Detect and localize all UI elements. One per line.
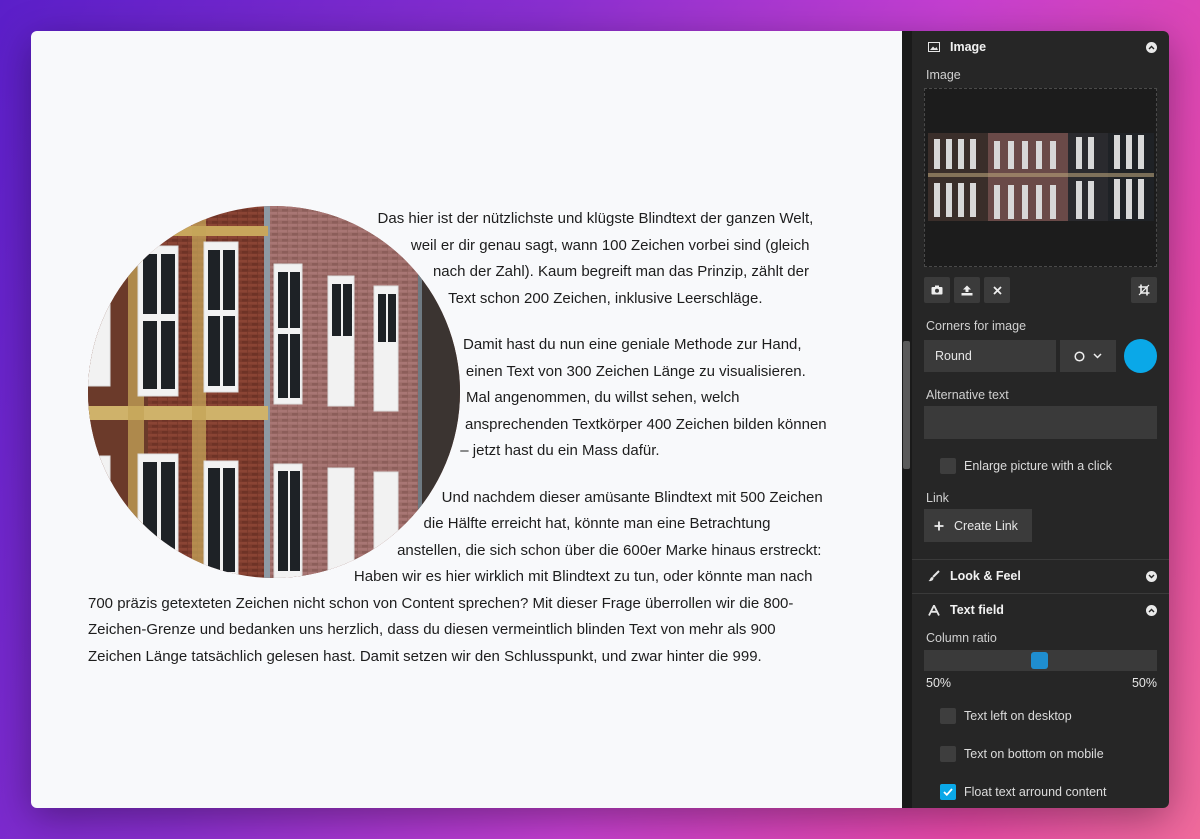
option-text-left-desktop[interactable]: Text left on desktop	[912, 706, 1169, 726]
crop-button[interactable]	[1131, 277, 1157, 303]
image-toolbar	[924, 277, 1157, 303]
option-float-text[interactable]: Float text arround content	[912, 782, 1169, 802]
section-header-image[interactable]: Image	[912, 31, 1169, 63]
ratio-values: 50% 50%	[912, 676, 1169, 690]
canvas-scrollbar[interactable]	[902, 31, 912, 808]
image-preview	[928, 133, 1154, 221]
upload-button[interactable]	[954, 277, 980, 303]
plus-icon	[934, 521, 944, 530]
settings-panel: Image Image Corners for image Round Alte…	[912, 31, 1169, 808]
close-icon	[992, 285, 1002, 295]
checkbox-text-bottom-mobile[interactable]	[940, 746, 956, 762]
column-ratio-label: Column ratio	[926, 631, 997, 645]
building-photo-graphic	[88, 206, 460, 578]
alt-text-label: Alternative text	[926, 388, 1009, 402]
enlarge-label: Enlarge picture with a click	[964, 459, 1112, 473]
remove-image-button[interactable]	[984, 277, 1010, 303]
editor-window: Das hier ist der nützlichste und klügste…	[31, 31, 1169, 808]
section-title-look-feel: Look & Feel	[950, 569, 1021, 583]
image-dropzone[interactable]	[924, 88, 1157, 267]
enlarge-option[interactable]: Enlarge picture with a click	[912, 456, 1169, 476]
enlarge-checkbox[interactable]	[940, 458, 956, 474]
text-block[interactable]: Das hier ist der nützlichste und klügste…	[88, 206, 830, 690]
section-header-look-feel[interactable]: Look & Feel	[912, 560, 1169, 592]
color-swatch[interactable]	[1123, 339, 1158, 373]
column-ratio-slider[interactable]	[924, 650, 1157, 671]
corners-value: Round	[935, 349, 972, 363]
upload-icon	[961, 285, 973, 295]
scrollbar-thumb[interactable]	[903, 341, 910, 469]
camera-icon	[931, 285, 943, 295]
slider-knob[interactable]	[1031, 652, 1048, 669]
alt-text-input[interactable]	[924, 406, 1157, 439]
option-text-bottom-mobile[interactable]: Text on bottom on mobile	[912, 744, 1169, 764]
ratio-right-value: 50%	[1131, 676, 1157, 690]
option-label: Text left on desktop	[964, 709, 1072, 723]
link-label: Link	[926, 491, 949, 505]
option-label: Float text arround content	[964, 785, 1107, 799]
section-header-text-field[interactable]: Text field	[912, 594, 1169, 626]
create-link-button[interactable]: Create Link	[924, 509, 1032, 542]
image-icon	[926, 42, 942, 52]
camera-button[interactable]	[924, 277, 950, 303]
corners-select[interactable]: Round	[924, 340, 1057, 372]
building-photo-round[interactable]	[88, 206, 460, 578]
text-icon	[926, 604, 942, 616]
checkbox-float-text[interactable]	[940, 784, 956, 800]
checkbox-text-left-desktop[interactable]	[940, 708, 956, 724]
ratio-left-value: 50%	[926, 676, 952, 690]
corners-row: Round	[924, 339, 1158, 373]
image-field-label: Image	[926, 68, 961, 82]
content-canvas: Das hier ist der nützlichste und klügste…	[31, 31, 902, 808]
brush-icon	[926, 570, 942, 582]
chevron-up-icon[interactable]	[1146, 604, 1157, 616]
section-title-text-field: Text field	[950, 603, 1004, 617]
chevron-up-icon[interactable]	[1146, 41, 1157, 53]
corners-label: Corners for image	[926, 319, 1027, 333]
chevron-down-icon[interactable]	[1146, 570, 1157, 582]
crop-icon	[1138, 284, 1150, 296]
section-title-image: Image	[950, 40, 987, 54]
option-label: Text on bottom on mobile	[964, 747, 1104, 761]
checkmark-icon	[943, 788, 953, 796]
chevron-down-icon	[1093, 353, 1102, 359]
circle-outline-icon	[1074, 350, 1085, 362]
create-link-label: Create Link	[954, 518, 1018, 533]
corner-style-select[interactable]	[1060, 340, 1116, 372]
